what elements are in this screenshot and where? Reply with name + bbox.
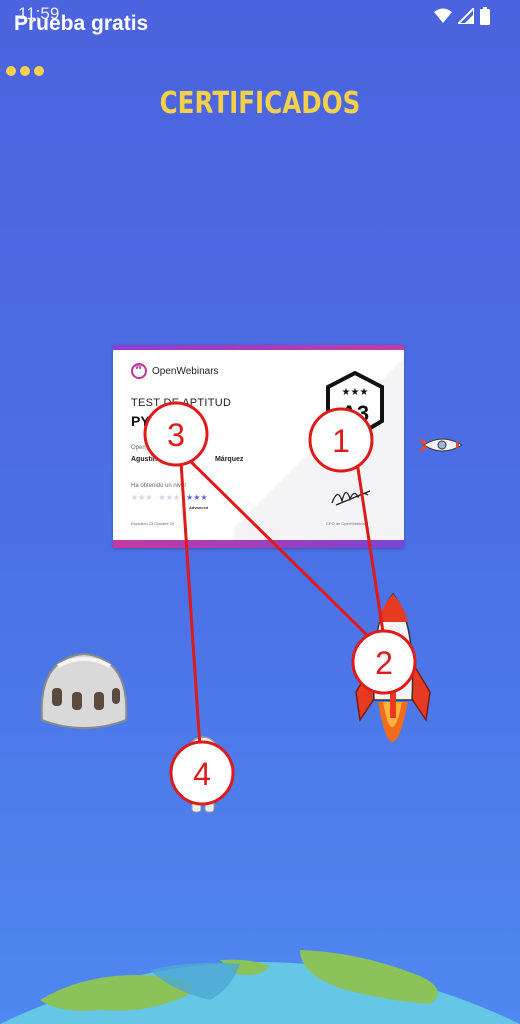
svg-text:1: 1 — [332, 423, 350, 459]
annotation-marker-2: 2 — [351, 629, 417, 695]
annotation-marker-4: 4 — [169, 740, 235, 806]
svg-text:2: 2 — [375, 645, 393, 681]
svg-text:4: 4 — [193, 756, 211, 792]
annotation-overlay: 1 2 3 4 — [143, 401, 417, 806]
annotation-marker-1: 1 — [308, 407, 374, 473]
svg-text:3: 3 — [167, 417, 185, 453]
annotation-marker-3: 3 — [143, 401, 209, 467]
